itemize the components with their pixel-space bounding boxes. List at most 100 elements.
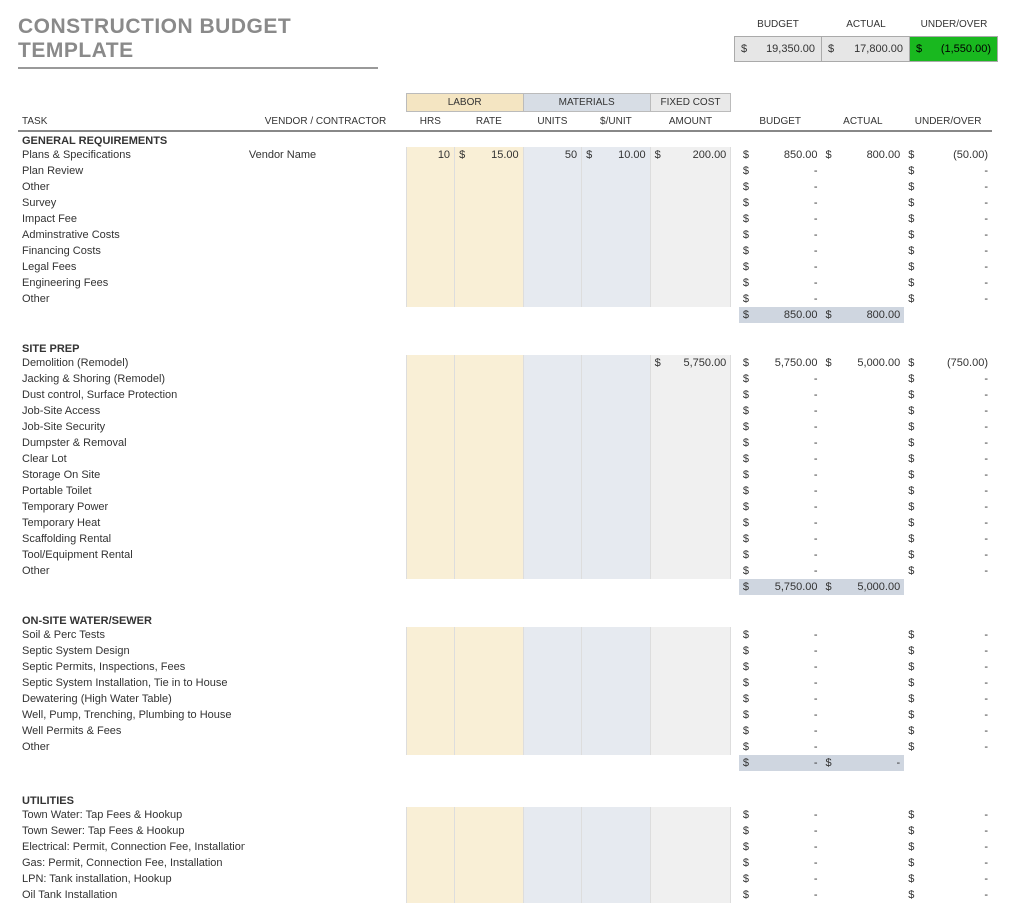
under-cell[interactable]: $- bbox=[904, 723, 992, 739]
rate-cell[interactable] bbox=[455, 547, 524, 563]
units-cell[interactable] bbox=[523, 243, 581, 259]
under-cell[interactable]: $- bbox=[904, 275, 992, 291]
task-cell[interactable]: Plan Review bbox=[18, 163, 245, 179]
amount-cell[interactable] bbox=[650, 855, 731, 871]
rate-cell[interactable] bbox=[455, 403, 524, 419]
task-cell[interactable]: Gas: Permit, Connection Fee, Installatio… bbox=[18, 855, 245, 871]
hrs-cell[interactable] bbox=[406, 823, 454, 839]
budget-cell[interactable]: $- bbox=[739, 499, 822, 515]
per-unit-cell[interactable] bbox=[582, 871, 651, 887]
under-cell[interactable]: $- bbox=[904, 707, 992, 723]
amount-cell[interactable] bbox=[650, 403, 731, 419]
units-cell[interactable] bbox=[523, 627, 581, 643]
units-cell[interactable] bbox=[523, 291, 581, 307]
budget-cell[interactable]: $- bbox=[739, 371, 822, 387]
units-cell[interactable] bbox=[523, 739, 581, 755]
hrs-cell[interactable] bbox=[406, 887, 454, 903]
vendor-cell[interactable] bbox=[245, 871, 406, 887]
per-unit-cell[interactable] bbox=[582, 839, 651, 855]
per-unit-cell[interactable] bbox=[582, 179, 651, 195]
vendor-cell[interactable] bbox=[245, 675, 406, 691]
hrs-cell[interactable] bbox=[406, 211, 454, 227]
hrs-cell[interactable] bbox=[406, 839, 454, 855]
under-cell[interactable]: $- bbox=[904, 291, 992, 307]
budget-cell[interactable]: $- bbox=[739, 435, 822, 451]
task-cell[interactable]: Legal Fees bbox=[18, 259, 245, 275]
vendor-cell[interactable] bbox=[245, 887, 406, 903]
task-cell[interactable]: Survey bbox=[18, 195, 245, 211]
under-cell[interactable]: $- bbox=[904, 483, 992, 499]
under-cell[interactable]: $- bbox=[904, 403, 992, 419]
units-cell[interactable]: 50 bbox=[523, 147, 581, 163]
units-cell[interactable] bbox=[523, 259, 581, 275]
per-unit-cell[interactable] bbox=[582, 887, 651, 903]
under-cell[interactable]: $- bbox=[904, 839, 992, 855]
hrs-cell[interactable] bbox=[406, 707, 454, 723]
budget-cell[interactable]: $- bbox=[739, 723, 822, 739]
hrs-cell[interactable] bbox=[406, 515, 454, 531]
per-unit-cell[interactable] bbox=[582, 291, 651, 307]
vendor-cell[interactable] bbox=[245, 435, 406, 451]
per-unit-cell[interactable] bbox=[582, 691, 651, 707]
per-unit-cell[interactable]: $10.00 bbox=[582, 147, 651, 163]
under-cell[interactable]: $- bbox=[904, 643, 992, 659]
hrs-cell[interactable] bbox=[406, 355, 454, 371]
task-cell[interactable]: Dust control, Surface Protection bbox=[18, 387, 245, 403]
actual-cell[interactable]: $5,000.00 bbox=[822, 355, 905, 371]
rate-cell[interactable] bbox=[455, 435, 524, 451]
rate-cell[interactable] bbox=[455, 807, 524, 823]
under-cell[interactable]: $- bbox=[904, 419, 992, 435]
task-cell[interactable]: Town Water: Tap Fees & Hookup bbox=[18, 807, 245, 823]
hrs-cell[interactable] bbox=[406, 483, 454, 499]
task-cell[interactable]: Septic Permits, Inspections, Fees bbox=[18, 659, 245, 675]
vendor-cell[interactable] bbox=[245, 515, 406, 531]
amount-cell[interactable]: $200.00 bbox=[650, 147, 731, 163]
under-cell[interactable]: $- bbox=[904, 547, 992, 563]
per-unit-cell[interactable] bbox=[582, 531, 651, 547]
rate-cell[interactable] bbox=[455, 355, 524, 371]
rate-cell[interactable] bbox=[455, 659, 524, 675]
actual-cell[interactable]: $800.00 bbox=[822, 147, 905, 163]
amount-cell[interactable] bbox=[650, 627, 731, 643]
budget-cell[interactable]: $- bbox=[739, 871, 822, 887]
hrs-cell[interactable] bbox=[406, 547, 454, 563]
budget-cell[interactable]: $- bbox=[739, 807, 822, 823]
hrs-cell[interactable] bbox=[406, 563, 454, 579]
under-cell[interactable]: $- bbox=[904, 387, 992, 403]
under-cell[interactable]: $50.00 bbox=[904, 147, 992, 163]
vendor-cell[interactable] bbox=[245, 387, 406, 403]
per-unit-cell[interactable] bbox=[582, 483, 651, 499]
budget-cell[interactable]: $- bbox=[739, 547, 822, 563]
hrs-cell[interactable]: 10 bbox=[406, 147, 454, 163]
rate-cell[interactable] bbox=[455, 483, 524, 499]
per-unit-cell[interactable] bbox=[582, 403, 651, 419]
rate-cell[interactable] bbox=[455, 887, 524, 903]
budget-cell[interactable]: $- bbox=[739, 179, 822, 195]
units-cell[interactable] bbox=[523, 823, 581, 839]
amount-cell[interactable] bbox=[650, 371, 731, 387]
amount-cell[interactable] bbox=[650, 823, 731, 839]
hrs-cell[interactable] bbox=[406, 195, 454, 211]
per-unit-cell[interactable] bbox=[582, 387, 651, 403]
vendor-cell[interactable] bbox=[245, 499, 406, 515]
budget-cell[interactable]: $- bbox=[739, 275, 822, 291]
amount-cell[interactable] bbox=[650, 807, 731, 823]
vendor-cell[interactable] bbox=[245, 467, 406, 483]
task-cell[interactable]: Portable Toilet bbox=[18, 483, 245, 499]
per-unit-cell[interactable] bbox=[582, 243, 651, 259]
budget-cell[interactable]: $- bbox=[739, 163, 822, 179]
task-cell[interactable]: Plans & Specifications bbox=[18, 147, 245, 163]
under-cell[interactable]: $- bbox=[904, 467, 992, 483]
units-cell[interactable] bbox=[523, 707, 581, 723]
per-unit-cell[interactable] bbox=[582, 355, 651, 371]
amount-cell[interactable] bbox=[650, 739, 731, 755]
rate-cell[interactable] bbox=[455, 691, 524, 707]
units-cell[interactable] bbox=[523, 275, 581, 291]
budget-cell[interactable]: $- bbox=[739, 627, 822, 643]
rate-cell[interactable] bbox=[455, 723, 524, 739]
budget-cell[interactable]: $- bbox=[739, 707, 822, 723]
per-unit-cell[interactable] bbox=[582, 739, 651, 755]
amount-cell[interactable] bbox=[650, 483, 731, 499]
amount-cell[interactable] bbox=[650, 515, 731, 531]
amount-cell[interactable] bbox=[650, 839, 731, 855]
